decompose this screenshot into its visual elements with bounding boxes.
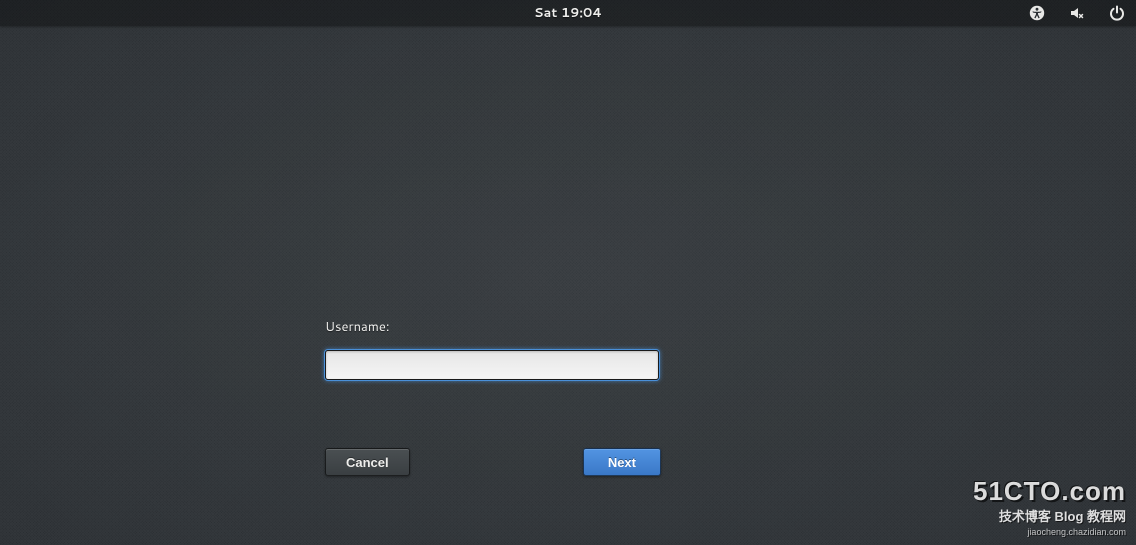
- username-input[interactable]: [325, 350, 659, 380]
- accessibility-icon[interactable]: [1028, 4, 1046, 22]
- watermark-sub: 技术博客 Blog 教程网: [973, 506, 1126, 525]
- cancel-button[interactable]: Cancel: [325, 448, 410, 476]
- username-label: Username:: [325, 318, 665, 336]
- watermark-url: jiaocheng.chazidian.com: [973, 527, 1126, 537]
- volume-muted-icon[interactable]: [1068, 4, 1086, 22]
- clock[interactable]: Sat 19:04: [534, 4, 602, 22]
- top-bar: Sat 19:04: [0, 0, 1136, 26]
- system-tray: [1028, 0, 1126, 26]
- login-form: Username:: [325, 318, 665, 380]
- power-icon[interactable]: [1108, 4, 1126, 22]
- next-button[interactable]: Next: [583, 448, 661, 476]
- watermark: 51CTO.com 技术博客 Blog 教程网 jiaocheng.chazid…: [973, 478, 1126, 537]
- login-buttons: Cancel Next: [325, 448, 661, 476]
- watermark-main: 51CTO.com: [973, 478, 1126, 504]
